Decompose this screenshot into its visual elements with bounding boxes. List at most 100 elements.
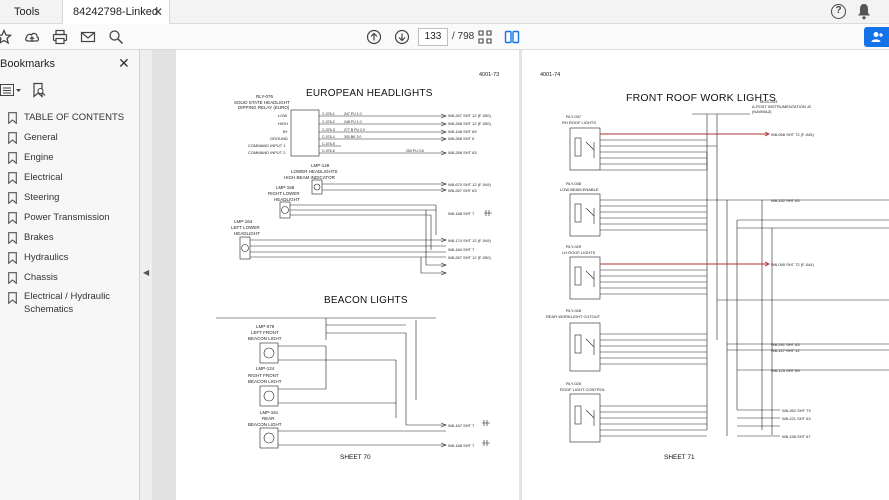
bookmark-label: TABLE OF CONTENTS xyxy=(24,112,125,123)
bookmark-item[interactable]: Brakes xyxy=(0,228,140,248)
target-ref: W8-174 SHT 12 (F-049) xyxy=(448,238,491,243)
lamp-id: LMP-148 xyxy=(311,163,330,168)
relay-name: RH ROOF LIGHTS xyxy=(562,120,596,125)
bookmark-label: Engine xyxy=(24,152,54,163)
lamp-name: LEFT LOWER xyxy=(231,225,260,230)
bookmarks-panel: Bookmarks ✕ TABLE OF CONTENTS General En… xyxy=(0,50,140,500)
wire-label: 247 PU 1.0 xyxy=(344,112,362,116)
module-pin: (NAVIBAZ) xyxy=(752,109,772,114)
target-ref: W8-168 SHT 7 xyxy=(448,443,475,448)
lamp-name: HEADLIGHT xyxy=(274,197,300,202)
bookmark-label: Steering xyxy=(24,192,60,203)
star-icon[interactable] xyxy=(0,29,12,45)
beacon-wires xyxy=(278,320,447,448)
upload-cloud-icon[interactable] xyxy=(24,29,40,45)
bookmark-item[interactable]: General xyxy=(0,128,140,148)
beacon-lamp xyxy=(259,385,279,407)
target-ref: W8-267 SHT 63 xyxy=(448,188,477,193)
lamp-name: HEADLIGHT xyxy=(234,231,260,236)
bookmark-item[interactable]: Engine xyxy=(0,148,140,168)
tab-document[interactable]: 84242798-Linked p... ✕ xyxy=(62,0,170,42)
wire-label: 248 PU 1.0 xyxy=(344,120,362,124)
bookmark-item[interactable]: Electrical / Hydraulic Schematics xyxy=(0,288,140,318)
target-ref: W8-152 SHT 63 xyxy=(771,198,800,203)
help-icon[interactable]: ? xyxy=(831,4,846,19)
relay-id: RLY-076 xyxy=(256,94,274,99)
options-menu-icon[interactable] xyxy=(0,82,22,98)
target-ref: W8-168 SHT 7 xyxy=(448,211,475,216)
relay-id: RLY-028 xyxy=(566,308,582,313)
lamp-symbol xyxy=(281,206,289,214)
add-user-icon xyxy=(871,32,883,42)
lamp-id: LMP-164 xyxy=(234,219,253,224)
bookmark-icon xyxy=(8,272,17,284)
connector-label: C-076-1 xyxy=(322,112,335,116)
relay-id: RLY-025 xyxy=(566,381,582,386)
next-page-icon[interactable] xyxy=(394,29,410,45)
wire-label: 253 PU 0.8 xyxy=(406,149,424,153)
beacon-id: LMP-076 xyxy=(256,324,275,329)
beacon-targets: W8-167 SHT 7 W8-168 SHT 7 xyxy=(448,423,475,448)
panel-collapse-strip[interactable]: ◀ xyxy=(140,50,152,500)
close-panel-icon[interactable]: ✕ xyxy=(118,55,130,72)
bookmark-item[interactable]: Steering xyxy=(0,188,140,208)
pin-label: GROUND xyxy=(270,136,288,141)
wire-label: 300 BK 3.0 xyxy=(344,135,361,139)
mail-icon[interactable] xyxy=(80,29,96,45)
beacon-lamp xyxy=(259,427,279,449)
bookmark-item[interactable]: TABLE OF CONTENTS xyxy=(0,108,140,128)
page-right: 4001-74 FRONT ROOF WORK LIGHTS SHEET 71 … xyxy=(522,50,889,500)
relay-box xyxy=(569,256,601,300)
bookmark-icon xyxy=(8,172,17,184)
find-bookmark-icon[interactable] xyxy=(31,82,47,98)
target-ref: W8-125 SHT 69 xyxy=(771,368,800,373)
pin-label: COMMAND INPUT 1 xyxy=(248,143,286,148)
target-ref: W8-267 SHT 12 (F-050) xyxy=(448,255,491,260)
relay-name: LOW BEAM ENABLE xyxy=(560,187,599,192)
tab-tools[interactable]: Tools xyxy=(0,0,60,24)
bookmark-label: Chassis xyxy=(24,272,58,283)
headlight-targets: W8-670 SHT 12 (F-049) W8-267 SHT 63 W8-1… xyxy=(448,182,491,260)
lamp-symbol xyxy=(263,432,275,444)
bookmark-icon xyxy=(8,292,17,304)
bookmark-item[interactable]: Hydraulics xyxy=(0,248,140,268)
bell-icon[interactable] xyxy=(857,3,871,20)
bookmark-tools xyxy=(0,82,60,100)
beacon-labels: LMP-076 LEFT FRONT BEACON LIGHT LMP-124 … xyxy=(248,324,282,427)
bookmark-item[interactable]: Power Transmission xyxy=(0,208,140,228)
beacon-name: RIGHT FRONT xyxy=(248,373,279,378)
target-ref: W8-167 SHT 7 xyxy=(448,423,475,428)
relay-box xyxy=(569,322,601,372)
pin-label: HIGH xyxy=(278,121,288,126)
previous-page-icon[interactable] xyxy=(366,29,382,45)
bookmark-icon xyxy=(8,152,17,164)
bookmark-item[interactable]: Chassis xyxy=(0,268,140,288)
print-icon[interactable] xyxy=(52,29,68,45)
wiring-schematic-left: RLY-076 SOLID STATE HEADLIGHT DIPPING RE… xyxy=(216,94,492,449)
bookmark-icon xyxy=(8,212,17,224)
page-total: / 798 xyxy=(452,31,475,42)
lamp-labels: LMP-148 LOWER HEADLIGHTS HIGH BEAM INDIC… xyxy=(231,163,338,236)
ground-symbol xyxy=(482,420,490,446)
toolbar: 133 / 798 xyxy=(0,24,889,50)
connector-label: C-076-6 xyxy=(322,149,335,153)
page-number-input[interactable]: 133 xyxy=(418,28,448,46)
relay-id: RLY-038 xyxy=(566,181,582,186)
bookmark-icon xyxy=(8,192,17,204)
collapse-arrow-icon[interactable]: ◀ xyxy=(143,268,149,277)
zoom-search-icon[interactable] xyxy=(108,29,124,45)
connector-label: C-076-4 xyxy=(322,135,335,139)
target-ref: W8-291 SHT 63 xyxy=(771,342,800,347)
beacon-name: BEACON LIGHT xyxy=(248,379,282,384)
document-viewer[interactable]: 4001-73 EUROPEAN HEADLIGHTS BEACON LIGHT… xyxy=(152,50,889,500)
close-icon[interactable]: ✕ xyxy=(153,0,163,24)
bookmark-item[interactable]: Electrical xyxy=(0,168,140,188)
ground-symbol xyxy=(484,210,492,216)
relay-name: LH ROOF LIGHTS xyxy=(562,250,596,255)
connector-label: C-076-3 xyxy=(322,128,335,132)
connector-label: C-076-5 xyxy=(322,142,335,146)
two-page-view-icon[interactable] xyxy=(504,29,520,45)
share-button[interactable] xyxy=(864,27,889,47)
relay-name: REAR WORKLIGHT CUTOUT xyxy=(546,314,601,319)
fit-page-icon[interactable] xyxy=(477,29,493,45)
